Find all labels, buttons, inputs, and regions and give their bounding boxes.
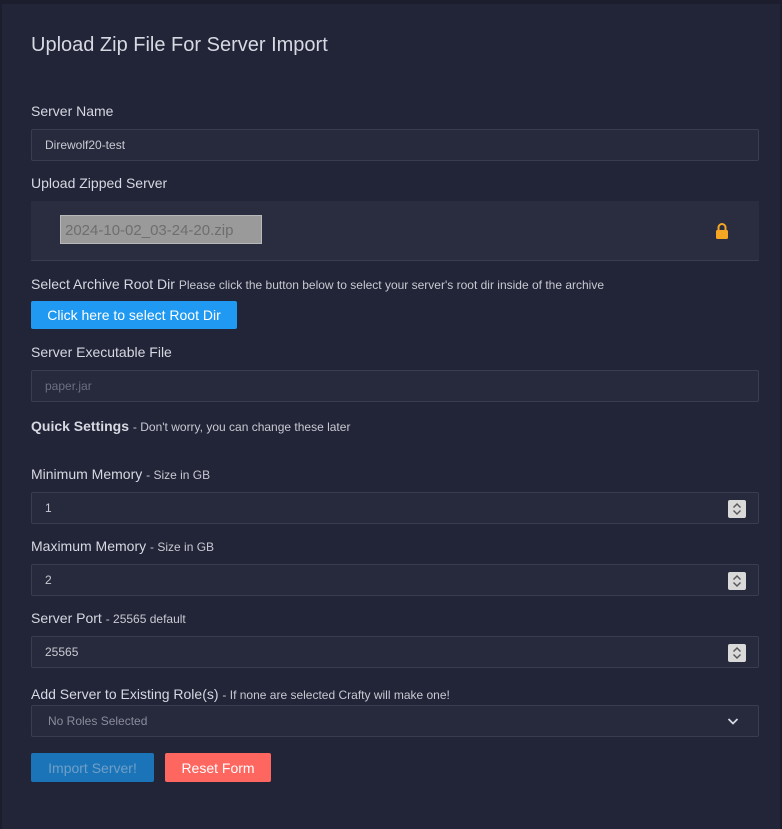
max-memory-label-row: Maximum Memory - Size in GB bbox=[31, 538, 214, 554]
server-name-label: Server Name bbox=[31, 103, 114, 119]
import-server-button[interactable]: Import Server! bbox=[31, 753, 154, 782]
roles-hint: - If none are selected Crafty will make … bbox=[222, 688, 450, 702]
max-memory-hint: - Size in GB bbox=[150, 540, 215, 554]
port-value: 25565 bbox=[45, 645, 79, 659]
roles-select[interactable]: No Roles Selected bbox=[31, 705, 759, 737]
min-memory-label-row: Minimum Memory - Size in GB bbox=[31, 466, 210, 482]
server-name-value: Direwolf20-test bbox=[45, 138, 126, 152]
port-label: Server Port bbox=[31, 610, 102, 626]
archive-root-label-row: Select Archive Root Dir Please click the… bbox=[31, 276, 604, 292]
roles-label-row: Add Server to Existing Role(s) - If none… bbox=[31, 686, 450, 702]
min-memory-input[interactable]: 1 bbox=[31, 492, 759, 524]
executable-label: Server Executable File bbox=[31, 344, 172, 360]
max-memory-label: Maximum Memory bbox=[31, 538, 147, 554]
upload-label: Upload Zipped Server bbox=[31, 175, 168, 191]
roles-label: Add Server to Existing Role(s) bbox=[31, 686, 219, 702]
chevron-down-icon bbox=[727, 718, 739, 725]
quick-settings-label: Quick Settings bbox=[31, 418, 130, 434]
quick-settings-hint: - Don't worry, you can change these late… bbox=[132, 420, 351, 434]
executable-placeholder: paper.jar bbox=[45, 379, 92, 393]
upload-dropzone[interactable]: 2024-10-02_03-24-20.zip bbox=[31, 201, 759, 261]
max-memory-stepper-icon[interactable] bbox=[728, 572, 746, 590]
page-title: Upload Zip File For Server Import bbox=[31, 34, 328, 56]
min-memory-stepper-icon[interactable] bbox=[728, 500, 746, 518]
archive-root-label: Select Archive Root Dir bbox=[31, 276, 175, 292]
min-memory-label: Minimum Memory bbox=[31, 466, 143, 482]
max-memory-value: 2 bbox=[45, 573, 52, 587]
port-stepper-icon[interactable] bbox=[728, 644, 746, 662]
min-memory-hint: - Size in GB bbox=[146, 468, 211, 482]
reset-form-button[interactable]: Reset Form bbox=[165, 753, 271, 782]
port-label-row: Server Port - 25565 default bbox=[31, 610, 186, 626]
server-name-input[interactable]: Direwolf20-test bbox=[31, 129, 759, 161]
min-memory-value: 1 bbox=[45, 501, 52, 515]
lock-icon bbox=[716, 223, 728, 239]
max-memory-input[interactable]: 2 bbox=[31, 564, 759, 596]
select-root-dir-button[interactable]: Click here to select Root Dir bbox=[31, 301, 237, 329]
port-hint: - 25565 default bbox=[105, 612, 186, 626]
quick-settings-heading: Quick Settings - Don't worry, you can ch… bbox=[31, 418, 350, 434]
port-input[interactable]: 25565 bbox=[31, 636, 759, 668]
executable-input[interactable]: paper.jar bbox=[31, 370, 759, 402]
archive-root-hint: Please click the button below to select … bbox=[178, 278, 605, 292]
uploaded-file-name: 2024-10-02_03-24-20.zip bbox=[60, 215, 262, 244]
roles-selected: No Roles Selected bbox=[48, 714, 148, 728]
